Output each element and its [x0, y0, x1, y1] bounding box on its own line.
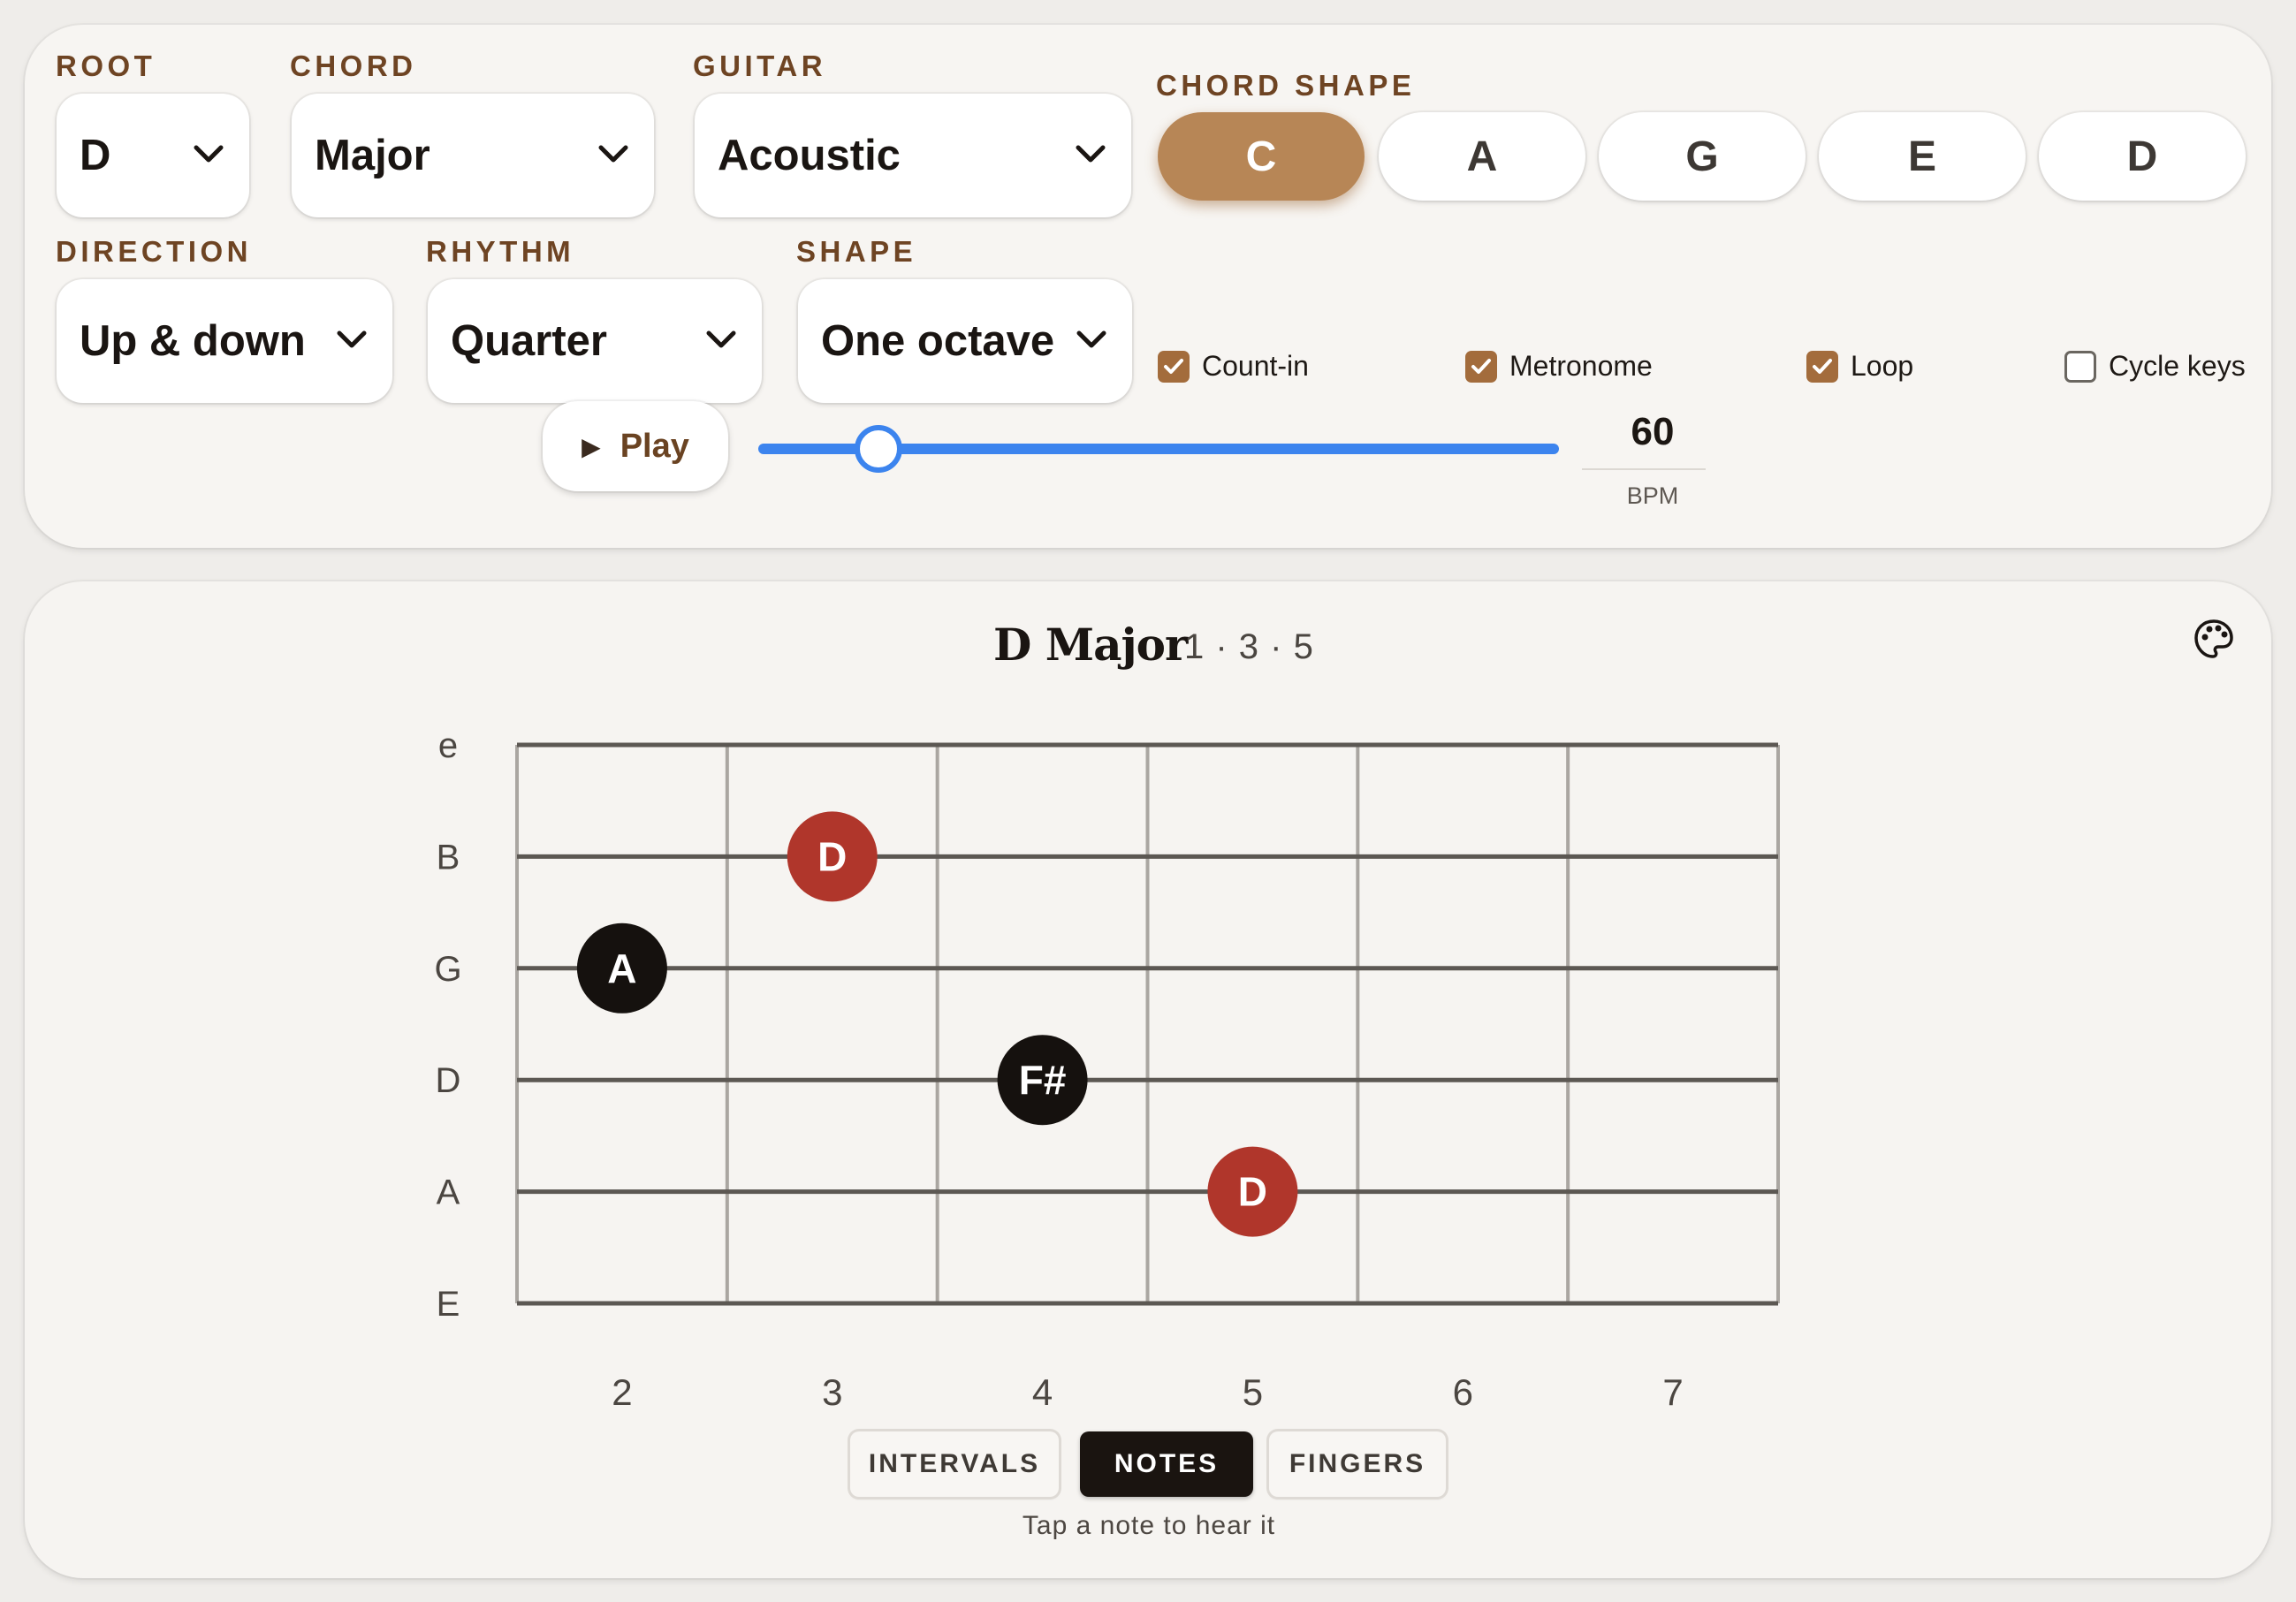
checkmark-icon [1806, 350, 1838, 383]
loop-checkbox[interactable]: Loop [1806, 350, 1913, 383]
notes-mode-button[interactable]: NOTES [1080, 1431, 1253, 1497]
intervals-mode-button[interactable]: INTERVALS [850, 1431, 1059, 1497]
bpm-unit: BPM [1626, 482, 1679, 509]
chevron-down-icon [706, 330, 736, 348]
chord-shape-g-button[interactable]: G [1599, 112, 1806, 201]
chord-formula: 1 · 3 · 5 [1184, 627, 1314, 666]
guitar-value: Acoustic [718, 132, 901, 179]
chord-shape-label: CHORD SHAPE [1156, 69, 1416, 102]
play-icon: ▶ [582, 432, 601, 460]
loop-label: Loop [1851, 350, 1914, 382]
chord-shape-a-button[interactable]: A [1379, 112, 1585, 201]
play-label: Play [620, 427, 689, 465]
chord-shape-c-button[interactable]: C [1158, 112, 1365, 201]
direction-label: DIRECTION [56, 235, 252, 268]
rhythm-label: RHYTHM [426, 235, 575, 268]
empty-checkbox-icon [2064, 350, 2096, 383]
shape-label: SHAPE [796, 235, 917, 268]
hint-text: Tap a note to hear it [1022, 1511, 1276, 1540]
count-in-label: Count-in [1202, 350, 1309, 382]
chord-select[interactable]: Major [292, 94, 654, 217]
root-label: ROOT [56, 49, 156, 82]
bpm-divider [1582, 468, 1706, 470]
fingers-mode-button[interactable]: FINGERS [1269, 1431, 1446, 1497]
chord-title: D Major [993, 619, 1188, 671]
chord-shape-e-button[interactable]: E [1819, 112, 2026, 201]
checkmark-icon [1465, 350, 1497, 383]
tempo-slider-thumb[interactable] [854, 425, 902, 473]
play-button[interactable]: ▶ Play [543, 401, 728, 491]
shape-select[interactable]: One octave [798, 279, 1132, 403]
rhythm-select[interactable]: Quarter [428, 279, 762, 403]
chord-shape-d-button[interactable]: D [2039, 112, 2246, 201]
shape-value: One octave [821, 317, 1055, 365]
guitar-label: GUITAR [693, 49, 827, 82]
chord-label: CHORD [290, 49, 417, 82]
chevron-down-icon [598, 145, 628, 163]
rhythm-value: Quarter [451, 317, 608, 365]
chevron-down-icon [337, 330, 367, 348]
chevron-down-icon [1076, 330, 1106, 348]
checkmark-icon [1158, 350, 1190, 383]
count-in-checkbox[interactable]: Count-in [1158, 350, 1309, 383]
root-select[interactable]: D [57, 94, 249, 217]
chord-value: Major [315, 132, 430, 179]
bpm-value: 60 [1631, 410, 1675, 453]
cycle-keys-label: Cycle keys [2109, 350, 2246, 382]
palette-icon[interactable] [2192, 617, 2236, 661]
chord-viewer-panel [25, 581, 2271, 1578]
cycle-keys-checkbox[interactable]: Cycle keys [2064, 350, 2246, 383]
guitar-select[interactable]: Acoustic [695, 94, 1131, 217]
root-value: D [80, 132, 111, 179]
metronome-label: Metronome [1509, 350, 1653, 382]
metronome-checkbox[interactable]: Metronome [1465, 350, 1653, 383]
direction-select[interactable]: Up & down [57, 279, 392, 403]
chevron-down-icon [1076, 145, 1106, 163]
chevron-down-icon [194, 145, 224, 163]
direction-value: Up & down [80, 317, 306, 365]
